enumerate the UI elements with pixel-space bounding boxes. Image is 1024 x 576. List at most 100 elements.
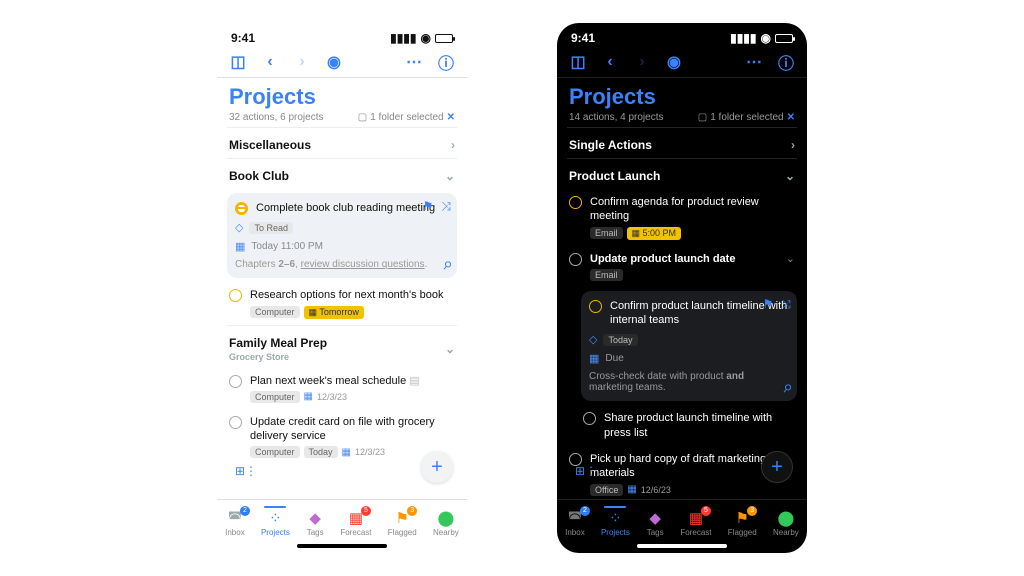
back-icon[interactable]: ‹ [601, 53, 619, 71]
tab-projects[interactable]: ⁘ Projects [261, 506, 290, 537]
forward-icon[interactable]: › [293, 53, 311, 71]
tag-icon: ◇ [589, 333, 597, 346]
page-title: Projects [229, 84, 455, 110]
phone-dark: 9:41 ▮▮▮▮ ◉ ◫ ‹ › ◉ ⋯ ⓘ Projects 14 acti… [557, 23, 807, 553]
task-row[interactable]: Update credit card on file with grocery … [227, 409, 457, 465]
add-button[interactable]: + [421, 451, 453, 483]
section-title: Miscellaneous [229, 138, 311, 152]
page-title: Projects [569, 84, 795, 110]
home-indicator [297, 544, 387, 548]
section-family-meal-prep[interactable]: Family Meal Prep Grocery Store ⌄ [227, 325, 457, 368]
status-circle-icon[interactable] [583, 412, 596, 425]
status-circle-icon[interactable] [589, 300, 602, 313]
section-product-launch[interactable]: Product Launch ⌄ [567, 158, 797, 189]
tab-forecast[interactable]: ▦5 Forecast [680, 509, 711, 537]
task-row[interactable]: Confirm agenda for product review meetin… [567, 189, 797, 246]
task-tag[interactable]: Email [590, 269, 623, 281]
toolbar: ◫ ‹ › ◉ ⋯ ⓘ [217, 49, 467, 78]
more-icon[interactable]: ⋯ [405, 53, 423, 71]
task-title: Confirm agenda for product review meetin… [590, 195, 795, 224]
tab-nearby[interactable]: ⬤ Nearby [773, 509, 799, 537]
tab-inbox[interactable]: ◚2 Inbox [565, 509, 585, 537]
pin-icon: ⬤ [437, 509, 454, 527]
tab-forecast[interactable]: ▦5 Forecast [340, 509, 371, 537]
task-note[interactable]: Chapters 2–6, review discussion question… [235, 259, 449, 270]
section-miscellaneous[interactable]: Miscellaneous › [227, 127, 457, 158]
shuffle-icon[interactable]: ⤨ [781, 297, 791, 312]
section-single-actions[interactable]: Single Actions › [567, 127, 797, 158]
tab-flagged[interactable]: ⚑3 Flagged [728, 509, 757, 537]
tab-flagged[interactable]: ⚑3 Flagged [388, 509, 417, 537]
shuffle-icon[interactable]: ⤨ [441, 199, 451, 214]
close-icon[interactable]: ✕ [787, 112, 795, 123]
flag-icon[interactable]: ⚑ [763, 297, 774, 312]
task-note[interactable]: Cross-check date with product and market… [589, 371, 789, 393]
chevron-down-icon: ⌄ [445, 342, 455, 356]
tab-nearby[interactable]: ⬤ Nearby [433, 509, 459, 537]
status-circle-icon[interactable] [235, 202, 248, 215]
task-row[interactable]: Update product launch date Email ⌄ [567, 246, 797, 287]
task-row[interactable]: Share product launch timeline with press… [581, 405, 797, 446]
task-tag[interactable]: Computer [250, 446, 300, 458]
task-tag[interactable]: To Read [249, 222, 293, 234]
calendar-icon: ▦ [627, 484, 636, 495]
content: Miscellaneous › Book Club ⌄ Complete boo… [217, 127, 467, 499]
tab-label: Tags [647, 528, 664, 537]
tag-icon: ◆ [309, 509, 321, 527]
task-date: 12/3/23 [317, 392, 347, 402]
filter-chip[interactable]: ▢ 1 folder selected ✕ [698, 112, 795, 123]
badge: 2 [240, 506, 250, 516]
battery-icon [775, 34, 793, 43]
eye-icon[interactable]: ◉ [665, 53, 683, 71]
chevron-right-icon: › [451, 138, 455, 152]
flag-icon[interactable]: ⚑ [423, 199, 434, 214]
header: Projects 14 actions, 4 projects ▢ 1 fold… [557, 78, 807, 127]
info-icon[interactable]: ⓘ [777, 53, 795, 71]
task-date: 12/6/23 [641, 485, 671, 495]
note-icon: ▤ [409, 375, 419, 387]
tab-tags[interactable]: ◆ Tags [646, 509, 664, 537]
task-sched: ▦ Tomorrow [304, 306, 364, 319]
status-circle-icon[interactable] [569, 253, 582, 266]
task-date: 12/3/23 [355, 447, 385, 457]
add-button[interactable]: + [761, 451, 793, 483]
section-title: Product Launch [569, 169, 660, 183]
close-icon[interactable]: ✕ [447, 112, 455, 123]
filter-chip[interactable]: ▢ 1 folder selected ✕ [358, 112, 455, 123]
eye-icon[interactable]: ◉ [325, 53, 343, 71]
status-circle-icon[interactable] [229, 375, 242, 388]
task-tag[interactable]: Office [590, 484, 623, 496]
chevron-right-icon: › [791, 138, 795, 152]
tab-label: Inbox [565, 528, 585, 537]
tab-label: Nearby [773, 528, 799, 537]
task-card-expanded[interactable]: Complete book club reading meeting ⚑ ⤨ ◇… [227, 193, 457, 278]
task-row[interactable]: Plan next week's meal schedule ▤ Compute… [227, 368, 457, 409]
sidebar-icon[interactable]: ◫ [229, 53, 247, 71]
more-icon[interactable]: ⋯ [745, 53, 763, 71]
quick-open-button[interactable]: ⊞⋮ [571, 459, 601, 483]
tab-label: Flagged [728, 528, 757, 537]
task-tag[interactable]: Email [590, 227, 623, 239]
projects-icon: ⁘ [609, 509, 622, 527]
section-book-club[interactable]: Book Club ⌄ [227, 158, 457, 189]
status-circle-icon[interactable] [569, 196, 582, 209]
task-card-expanded[interactable]: Confirm product launch timeline with int… [581, 291, 797, 402]
forward-icon[interactable]: › [633, 53, 651, 71]
task-tag[interactable]: Computer [250, 391, 300, 403]
tab-projects[interactable]: ⁘ Projects [601, 506, 630, 537]
task-tag[interactable]: Today [304, 446, 338, 458]
tab-inbox[interactable]: ◚2 Inbox [225, 509, 245, 537]
task-tag[interactable]: Today [603, 334, 637, 346]
task-row[interactable]: Research options for next month's book C… [227, 282, 457, 324]
signal-icon: ▮▮▮▮ [390, 31, 416, 45]
sidebar-icon[interactable]: ◫ [569, 53, 587, 71]
info-icon[interactable]: ⓘ [437, 53, 455, 71]
status-circle-icon[interactable] [229, 416, 242, 429]
tab-label: Forecast [340, 528, 371, 537]
task-tag[interactable]: Computer [250, 306, 300, 318]
status-circle-icon[interactable] [229, 289, 242, 302]
tab-tags[interactable]: ◆ Tags [306, 509, 324, 537]
summary-text: 32 actions, 6 projects [229, 112, 324, 123]
back-icon[interactable]: ‹ [261, 53, 279, 71]
quick-open-button[interactable]: ⊞⋮ [231, 459, 261, 483]
